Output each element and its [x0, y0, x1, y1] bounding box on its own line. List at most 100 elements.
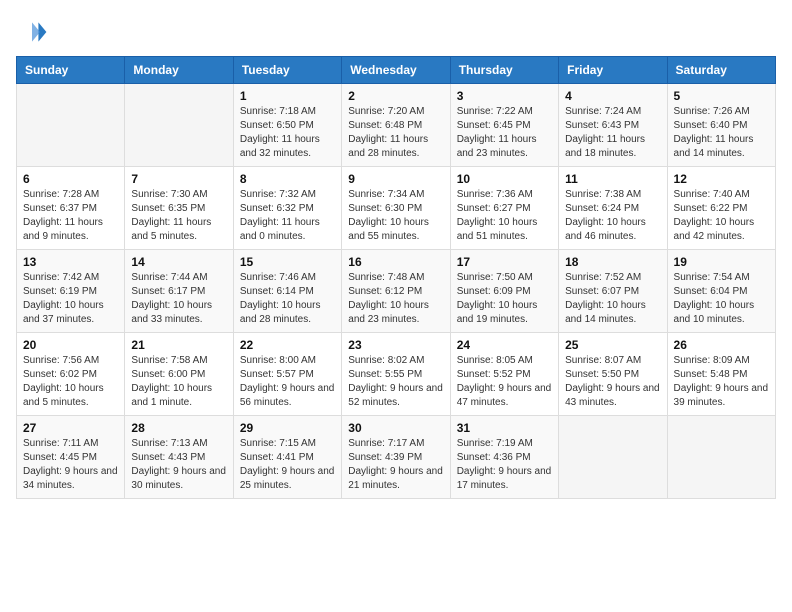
calendar-header-friday: Friday — [559, 57, 667, 84]
calendar-cell: 25 Sunrise: 8:07 AMSunset: 5:50 PMDayligh… — [559, 333, 667, 416]
calendar-cell: 16 Sunrise: 7:48 AMSunset: 6:12 PMDayligh… — [342, 250, 450, 333]
calendar-cell: 26Sunrise: 8:09 AMSunset: 5:48 PMDayligh… — [667, 333, 775, 416]
day-info: Sunrise: 7:18 AMSunset: 6:50 PMDaylight:… — [240, 105, 335, 161]
day-number: 22 — [240, 338, 335, 352]
calendar-cell: 27 Sunrise: 7:11 AMSunset: 4:45 PMDayligh… — [17, 416, 125, 499]
calendar-week-3: 13 Sunrise: 7:42 AMSunset: 6:19 PMDayligh… — [17, 250, 776, 333]
logo — [16, 16, 52, 48]
calendar-cell: 5 Sunrise: 7:26 AMSunset: 6:40 PMDaylight… — [667, 84, 775, 167]
day-info: Sunrise: 7:20 AMSunset: 6:48 PMDaylight:… — [348, 105, 443, 161]
day-info: Sunrise: 8:05 AMSunset: 5:52 PMDaylight:… — [457, 354, 552, 410]
day-info: Sunrise: 7:13 AMSunset: 4:43 PMDaylight:… — [131, 437, 226, 493]
day-info: Sunrise: 7:28 AMSunset: 6:37 PMDaylight:… — [23, 188, 118, 244]
day-info: Sunrise: 8:09 AMSunset: 5:48 PMDaylight:… — [674, 354, 769, 410]
calendar-cell: 10 Sunrise: 7:36 AMSunset: 6:27 PMDayligh… — [450, 167, 558, 250]
day-number: 17 — [457, 255, 552, 269]
calendar-week-2: 6 Sunrise: 7:28 AMSunset: 6:37 PMDaylight… — [17, 167, 776, 250]
day-info: Sunrise: 7:15 AMSunset: 4:41 PMDaylight:… — [240, 437, 335, 493]
day-info: Sunrise: 7:42 AMSunset: 6:19 PMDaylight:… — [23, 271, 118, 327]
calendar-header-thursday: Thursday — [450, 57, 558, 84]
day-number: 19 — [674, 255, 769, 269]
calendar-cell — [125, 84, 233, 167]
calendar-cell: 19 Sunrise: 7:54 AMSunset: 6:04 PMDayligh… — [667, 250, 775, 333]
calendar-cell: 9 Sunrise: 7:34 AMSunset: 6:30 PMDaylight… — [342, 167, 450, 250]
day-number: 18 — [565, 255, 660, 269]
calendar-cell: 3 Sunrise: 7:22 AMSunset: 6:45 PMDaylight… — [450, 84, 558, 167]
day-number: 16 — [348, 255, 443, 269]
calendar-cell: 1 Sunrise: 7:18 AMSunset: 6:50 PMDaylight… — [233, 84, 341, 167]
day-number: 7 — [131, 172, 226, 186]
calendar-cell: 12 Sunrise: 7:40 AMSunset: 6:22 PMDayligh… — [667, 167, 775, 250]
day-number: 21 — [131, 338, 226, 352]
day-info: Sunrise: 7:26 AMSunset: 6:40 PMDaylight:… — [674, 105, 769, 161]
day-number: 20 — [23, 338, 118, 352]
day-number: 23 — [348, 338, 443, 352]
day-info: Sunrise: 7:17 AMSunset: 4:39 PMDaylight:… — [348, 437, 443, 493]
day-number: 2 — [348, 89, 443, 103]
day-info: Sunrise: 7:36 AMSunset: 6:27 PMDaylight:… — [457, 188, 552, 244]
day-number: 25 — [565, 338, 660, 352]
day-info: Sunrise: 7:50 AMSunset: 6:09 PMDaylight:… — [457, 271, 552, 327]
day-number: 9 — [348, 172, 443, 186]
day-info: Sunrise: 7:56 AMSunset: 6:02 PMDaylight:… — [23, 354, 118, 410]
day-number: 1 — [240, 89, 335, 103]
day-number: 3 — [457, 89, 552, 103]
calendar-header-wednesday: Wednesday — [342, 57, 450, 84]
day-info: Sunrise: 7:58 AMSunset: 6:00 PMDaylight:… — [131, 354, 226, 410]
calendar-header-sunday: Sunday — [17, 57, 125, 84]
calendar-cell: 14 Sunrise: 7:44 AMSunset: 6:17 PMDayligh… — [125, 250, 233, 333]
calendar-cell: 22 Sunrise: 8:00 AMSunset: 5:57 PMDayligh… — [233, 333, 341, 416]
day-number: 30 — [348, 421, 443, 435]
day-number: 14 — [131, 255, 226, 269]
calendar-cell: 7Sunrise: 7:30 AMSunset: 6:35 PMDaylight… — [125, 167, 233, 250]
day-info: Sunrise: 7:19 AMSunset: 4:36 PMDaylight:… — [457, 437, 552, 493]
day-number: 12 — [674, 172, 769, 186]
day-number: 24 — [457, 338, 552, 352]
calendar-cell: 2 Sunrise: 7:20 AMSunset: 6:48 PMDaylight… — [342, 84, 450, 167]
day-info: Sunrise: 8:00 AMSunset: 5:57 PMDaylight:… — [240, 354, 335, 410]
calendar-cell — [667, 416, 775, 499]
day-info: Sunrise: 7:22 AMSunset: 6:45 PMDaylight:… — [457, 105, 552, 161]
calendar-cell: 30 Sunrise: 7:17 AMSunset: 4:39 PMDayligh… — [342, 416, 450, 499]
calendar-cell: 18Sunrise: 7:52 AMSunset: 6:07 PMDayligh… — [559, 250, 667, 333]
calendar-week-4: 20 Sunrise: 7:56 AMSunset: 6:02 PMDayligh… — [17, 333, 776, 416]
day-info: Sunrise: 7:38 AMSunset: 6:24 PMDaylight:… — [565, 188, 660, 244]
day-number: 28 — [131, 421, 226, 435]
calendar-cell — [559, 416, 667, 499]
calendar-cell: 4 Sunrise: 7:24 AMSunset: 6:43 PMDaylight… — [559, 84, 667, 167]
day-info: Sunrise: 7:34 AMSunset: 6:30 PMDaylight:… — [348, 188, 443, 244]
day-info: Sunrise: 7:46 AMSunset: 6:14 PMDaylight:… — [240, 271, 335, 327]
calendar-cell: 13 Sunrise: 7:42 AMSunset: 6:19 PMDayligh… — [17, 250, 125, 333]
day-info: Sunrise: 7:48 AMSunset: 6:12 PMDaylight:… — [348, 271, 443, 327]
calendar-cell: 29 Sunrise: 7:15 AMSunset: 4:41 PMDayligh… — [233, 416, 341, 499]
day-info: Sunrise: 7:40 AMSunset: 6:22 PMDaylight:… — [674, 188, 769, 244]
calendar-week-5: 27 Sunrise: 7:11 AMSunset: 4:45 PMDayligh… — [17, 416, 776, 499]
calendar-cell: 23 Sunrise: 8:02 AMSunset: 5:55 PMDayligh… — [342, 333, 450, 416]
calendar-header-saturday: Saturday — [667, 57, 775, 84]
calendar-table: SundayMondayTuesdayWednesdayThursdayFrid… — [16, 56, 776, 499]
calendar-header-tuesday: Tuesday — [233, 57, 341, 84]
day-number: 31 — [457, 421, 552, 435]
day-info: Sunrise: 7:11 AMSunset: 4:45 PMDaylight:… — [23, 437, 118, 493]
calendar-cell: 6 Sunrise: 7:28 AMSunset: 6:37 PMDaylight… — [17, 167, 125, 250]
calendar-cell: 15Sunrise: 7:46 AMSunset: 6:14 PMDayligh… — [233, 250, 341, 333]
day-number: 10 — [457, 172, 552, 186]
calendar-cell: 24 Sunrise: 8:05 AMSunset: 5:52 PMDayligh… — [450, 333, 558, 416]
day-number: 5 — [674, 89, 769, 103]
calendar-cell — [17, 84, 125, 167]
day-number: 13 — [23, 255, 118, 269]
page-header — [16, 16, 776, 48]
day-info: Sunrise: 7:32 AMSunset: 6:32 PMDaylight:… — [240, 188, 335, 244]
day-number: 29 — [240, 421, 335, 435]
day-info: Sunrise: 7:24 AMSunset: 6:43 PMDaylight:… — [565, 105, 660, 161]
calendar-cell: 20 Sunrise: 7:56 AMSunset: 6:02 PMDayligh… — [17, 333, 125, 416]
day-number: 27 — [23, 421, 118, 435]
day-number: 4 — [565, 89, 660, 103]
day-info: Sunrise: 8:02 AMSunset: 5:55 PMDaylight:… — [348, 354, 443, 410]
day-number: 8 — [240, 172, 335, 186]
day-info: Sunrise: 7:54 AMSunset: 6:04 PMDaylight:… — [674, 271, 769, 327]
day-info: Sunrise: 7:44 AMSunset: 6:17 PMDaylight:… — [131, 271, 226, 327]
day-info: Sunrise: 8:07 AMSunset: 5:50 PMDaylight:… — [565, 354, 660, 410]
day-number: 6 — [23, 172, 118, 186]
calendar-cell: 31 Sunrise: 7:19 AMSunset: 4:36 PMDayligh… — [450, 416, 558, 499]
